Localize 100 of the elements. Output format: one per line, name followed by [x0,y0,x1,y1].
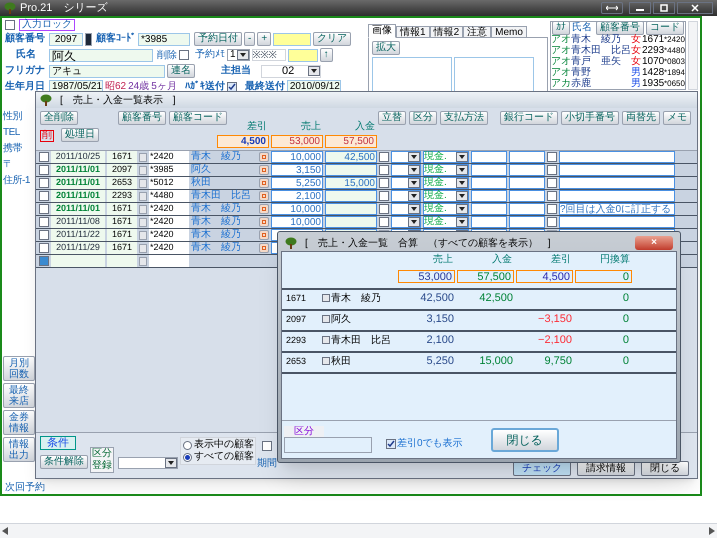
horizontal-scrollbar[interactable] [0,523,717,538]
number-cell[interactable]: 1671 [107,151,137,163]
small-button[interactable] [322,315,330,323]
date-cell[interactable]: 2011/11/01 [51,177,105,189]
sales-field[interactable]: 2,100 [271,190,323,202]
check-number-field[interactable] [509,164,545,176]
condition-dropdown[interactable] [118,457,178,469]
code-cell[interactable]: *2420 [149,203,189,215]
column-button[interactable]: 区分 [409,111,437,125]
checkbox[interactable] [547,152,557,162]
column-button[interactable]: 両替先 [622,111,660,125]
payment-field[interactable] [325,203,377,215]
customer-code-button[interactable]: 顧客コード [169,111,227,125]
number-cell[interactable]: 1671 [107,216,137,228]
check-number-field[interactable] [509,177,545,189]
payment-field[interactable] [325,216,377,228]
checkbox[interactable] [379,165,389,175]
number-cell[interactable]: 1671 [107,229,137,241]
dropdown-arrow-icon[interactable] [456,204,468,214]
barcode-icon[interactable] [85,32,92,46]
checkbox[interactable] [386,438,396,448]
column-button[interactable]: 立替 [378,111,406,125]
scroll-right-icon[interactable] [709,527,715,535]
memo-field[interactable] [559,216,675,228]
bank-code-field[interactable] [471,203,507,215]
check-number-field[interactable] [509,151,545,163]
side-button[interactable]: 最終来店 [3,383,35,408]
plus-button[interactable]: + [257,32,272,46]
code-cell[interactable]: *2420 [149,229,189,241]
scrollbar[interactable] [688,21,698,90]
clear-button[interactable]: クリア [313,32,352,46]
small-button[interactable] [322,357,330,365]
category-dropdown[interactable] [391,203,421,215]
memo-field[interactable] [559,151,675,163]
checkbox[interactable] [179,50,189,60]
close-icon[interactable] [677,2,713,14]
radio-button[interactable] [183,452,192,462]
category-dropdown[interactable] [391,164,421,176]
checkbox[interactable] [547,165,557,175]
list-item[interactable]: アオ青野 男 1428*1894 [551,67,685,78]
clear-condition-button[interactable]: 条件解除 [40,455,88,469]
tab[interactable]: 注意 [463,26,492,38]
staff-dropdown[interactable]: 02 [261,64,321,78]
number-cell[interactable]: 1671 [107,242,137,254]
checkbox[interactable] [39,165,49,175]
category-dropdown[interactable] [391,151,421,163]
checkbox[interactable] [39,204,49,214]
column-button[interactable]: 銀行コード [500,111,558,125]
number-cell[interactable]: 2653 [107,177,137,189]
scroll-left-icon[interactable] [2,527,8,535]
checkbox[interactable] [379,178,389,188]
checkbox[interactable] [547,204,557,214]
checkbox[interactable] [39,178,49,188]
dropdown-arrow-icon[interactable] [408,178,420,188]
dropdown-arrow-icon[interactable] [456,191,468,201]
enlarge-button[interactable]: 拡大 [372,41,400,55]
payment-field[interactable] [325,190,377,202]
resize-icon[interactable] [601,2,623,14]
memo-field[interactable] [559,164,675,176]
up-button[interactable]: ↑ [320,48,333,62]
side-button[interactable]: 情報出力 [3,437,35,462]
process-date-button[interactable]: 処理日 [61,128,99,142]
dropdown-arrow-icon[interactable] [308,66,320,76]
tab[interactable]: Memo [491,26,527,38]
checkbox[interactable] [226,82,237,92]
side-button[interactable]: 金券情報 [3,410,35,435]
maximize-icon[interactable] [653,2,675,14]
column-button[interactable]: 支払方法 [440,111,488,125]
checkbox[interactable] [379,217,389,227]
check-number-field[interactable] [509,190,545,202]
dropdown-arrow-icon[interactable] [408,191,420,201]
dropdown-arrow-icon[interactable] [236,50,249,60]
dropdown-arrow-icon[interactable] [165,458,177,468]
customer-number-field[interactable]: 2097 [49,32,83,46]
checkbox[interactable] [39,152,49,162]
dropdown-arrow-icon[interactable] [456,178,468,188]
radio-button[interactable] [183,440,192,450]
code-cell[interactable]: *2420 [149,151,189,163]
bank-code-field[interactable] [471,190,507,202]
checkbox[interactable] [547,178,557,188]
column-button[interactable]: メモ [663,111,691,125]
checkbox[interactable] [39,230,49,240]
date-cell[interactable]: 2011/11/08 [51,216,105,228]
memo-field[interactable] [288,48,318,62]
column-button[interactable]: 小切手番号 [561,111,619,125]
code-cell[interactable]: *5012 [149,177,189,189]
small-button[interactable] [322,294,330,302]
date-cell[interactable]: 2011/11/22 [51,229,105,241]
memo-field[interactable] [559,190,675,202]
check-number-field[interactable] [509,203,545,215]
customer-code-field[interactable]: *3985 [138,32,190,46]
date-cell[interactable]: 2011/11/01 [51,190,105,202]
payment-field[interactable] [325,164,377,176]
payment-field[interactable]: 15,000 [325,177,377,189]
tab[interactable]: 画像 [368,24,396,38]
dropdown-arrow-icon[interactable] [456,217,468,227]
bank-code-field[interactable] [471,216,507,228]
checkbox[interactable] [547,217,557,227]
checkbox[interactable] [379,204,389,214]
small-button[interactable] [322,336,330,344]
